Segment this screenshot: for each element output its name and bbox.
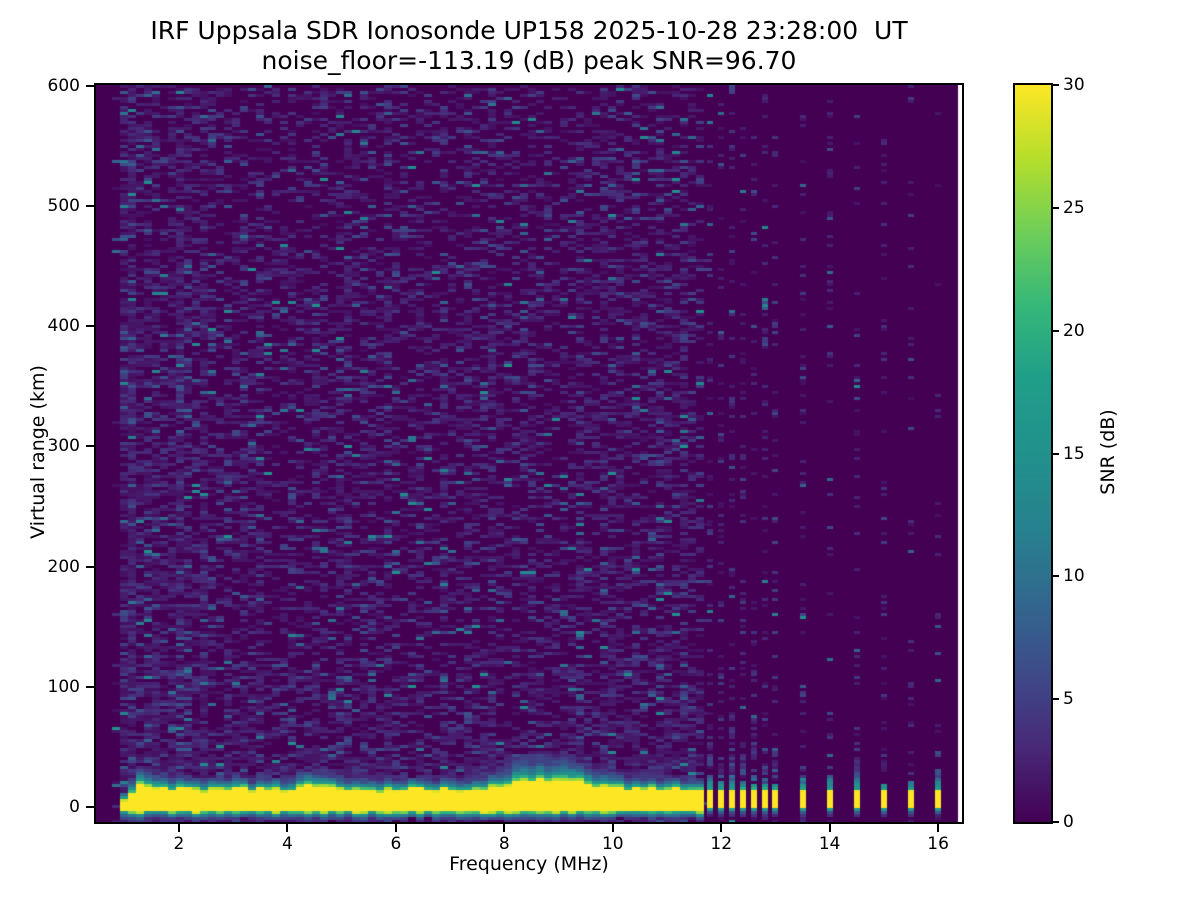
y-tick-mark (86, 686, 94, 688)
colorbar-tick-label: 5 (1063, 688, 1113, 710)
x-tick-mark (503, 824, 505, 832)
colorbar-tick-label: 0 (1063, 811, 1113, 833)
y-tick-mark (86, 445, 94, 447)
y-tick-label: 0 (18, 796, 80, 818)
x-tick-mark (829, 824, 831, 832)
y-tick-label: 600 (18, 75, 80, 97)
colorbar-tick-label: 10 (1063, 565, 1113, 587)
x-tick-label: 10 (583, 833, 643, 855)
x-tick-mark (178, 824, 180, 832)
colorbar-tick-mark (1053, 453, 1059, 455)
colorbar-tick-label: 15 (1063, 443, 1113, 465)
y-tick-mark (86, 566, 94, 568)
colorbar-tick-label: 20 (1063, 320, 1113, 342)
y-tick-label: 200 (18, 556, 80, 578)
figure-subtitle: noise_floor=-113.19 (dB) peak SNR=96.70 (96, 46, 962, 76)
y-tick-label: 400 (18, 315, 80, 337)
y-tick-label: 100 (18, 676, 80, 698)
x-tick-label: 2 (149, 833, 209, 855)
x-tick-mark (286, 824, 288, 832)
y-tick-mark (86, 806, 94, 808)
colorbar-tick-label: 25 (1063, 197, 1113, 219)
y-tick-label: 300 (18, 435, 80, 457)
colorbar-tick-label: 30 (1063, 74, 1113, 96)
y-tick-label: 500 (18, 195, 80, 217)
colorbar-gradient (1015, 85, 1051, 822)
colorbar-tick-mark (1053, 330, 1059, 332)
x-tick-mark (395, 824, 397, 832)
x-tick-label: 12 (691, 833, 751, 855)
x-axis-label: Frequency (MHz) (96, 853, 962, 875)
ionogram-heatmap (96, 85, 962, 822)
colorbar-tick-mark (1053, 821, 1059, 823)
colorbar-tick-mark (1053, 698, 1059, 700)
colorbar-tick-mark (1053, 84, 1059, 86)
x-tick-label: 6 (366, 833, 426, 855)
x-tick-label: 4 (257, 833, 317, 855)
x-tick-mark (720, 824, 722, 832)
y-tick-mark (86, 205, 94, 207)
colorbar-tick-mark (1053, 575, 1059, 577)
x-tick-mark (612, 824, 614, 832)
x-tick-mark (937, 824, 939, 832)
x-tick-label: 16 (908, 833, 968, 855)
y-tick-mark (86, 85, 94, 87)
x-tick-label: 8 (474, 833, 534, 855)
colorbar-tick-mark (1053, 207, 1059, 209)
y-tick-mark (86, 325, 94, 327)
figure-title: IRF Uppsala SDR Ionosonde UP158 2025-10-… (96, 16, 962, 46)
x-tick-label: 14 (800, 833, 860, 855)
